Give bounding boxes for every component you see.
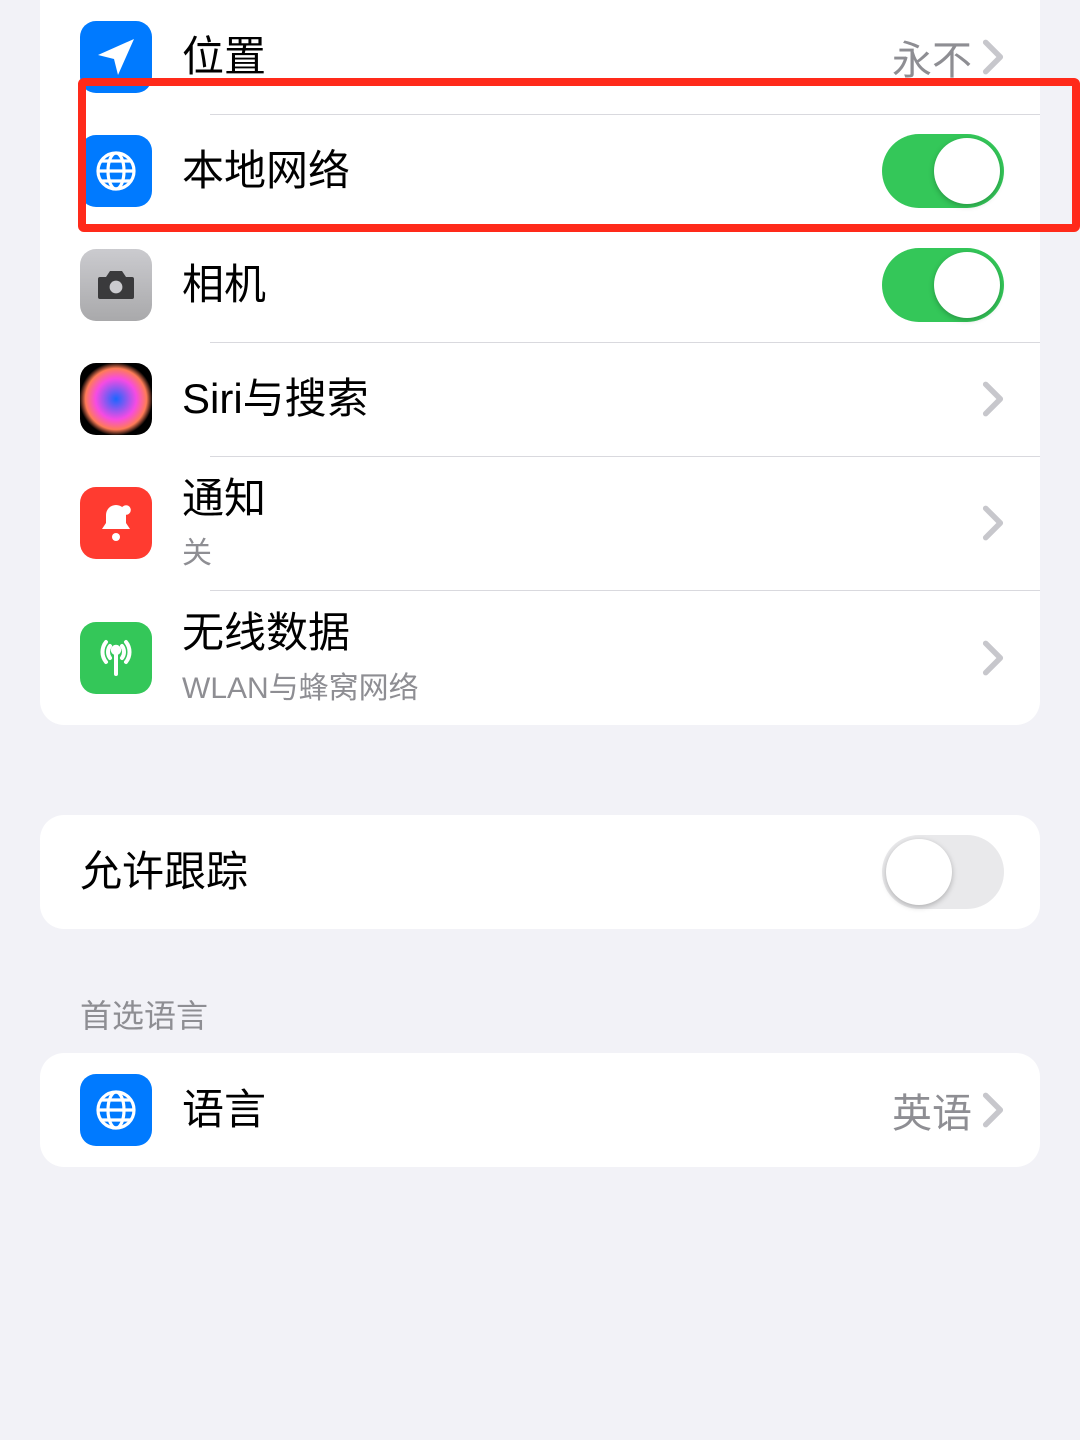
row-notifications[interactable]: 通知 关 xyxy=(40,456,1040,590)
row-tracking[interactable]: 允许跟踪 xyxy=(40,815,1040,929)
location-value: 永不 xyxy=(892,28,972,86)
camera-toggle[interactable] xyxy=(882,248,1004,322)
tracking-label: 允许跟踪 xyxy=(80,847,882,897)
chevron-right-icon xyxy=(982,380,1004,418)
row-location[interactable]: 位置 永不 xyxy=(40,0,1040,114)
language-value: 英语 xyxy=(892,1081,972,1139)
wireless-sublabel: WLAN与蜂窝网络 xyxy=(182,663,982,707)
local-network-toggle[interactable] xyxy=(882,134,1004,208)
row-camera[interactable]: 相机 xyxy=(40,228,1040,342)
local-network-label: 本地网络 xyxy=(182,146,882,196)
wireless-label: 无线数据 xyxy=(182,608,982,658)
tracking-toggle[interactable] xyxy=(882,835,1004,909)
row-language[interactable]: 语言 英语 xyxy=(40,1053,1040,1167)
row-siri[interactable]: Siri与搜索 xyxy=(40,342,1040,456)
bell-icon xyxy=(80,487,152,559)
location-icon xyxy=(80,21,152,93)
antenna-icon xyxy=(80,622,152,694)
language-label: 语言 xyxy=(182,1085,892,1135)
language-section-header: 首选语言 xyxy=(80,991,1000,1037)
location-label: 位置 xyxy=(182,32,892,82)
language-group: 语言 英语 xyxy=(40,1053,1040,1167)
camera-icon xyxy=(80,249,152,321)
siri-icon xyxy=(80,363,152,435)
chevron-right-icon xyxy=(982,504,1004,542)
row-local-network[interactable]: 本地网络 xyxy=(40,114,1040,228)
row-wireless[interactable]: 无线数据 WLAN与蜂窝网络 xyxy=(40,590,1040,724)
permissions-group: 位置 永不 本地网络 相机 Siri与搜索 xyxy=(40,0,1040,725)
chevron-right-icon xyxy=(982,1091,1004,1129)
chevron-right-icon xyxy=(982,38,1004,76)
camera-label: 相机 xyxy=(182,260,882,310)
notifications-label: 通知 xyxy=(182,474,982,524)
chevron-right-icon xyxy=(982,639,1004,677)
siri-label: Siri与搜索 xyxy=(182,374,982,424)
tracking-group: 允许跟踪 xyxy=(40,815,1040,929)
notifications-sublabel: 关 xyxy=(182,528,982,572)
globe-icon xyxy=(80,135,152,207)
globe-icon xyxy=(80,1074,152,1146)
